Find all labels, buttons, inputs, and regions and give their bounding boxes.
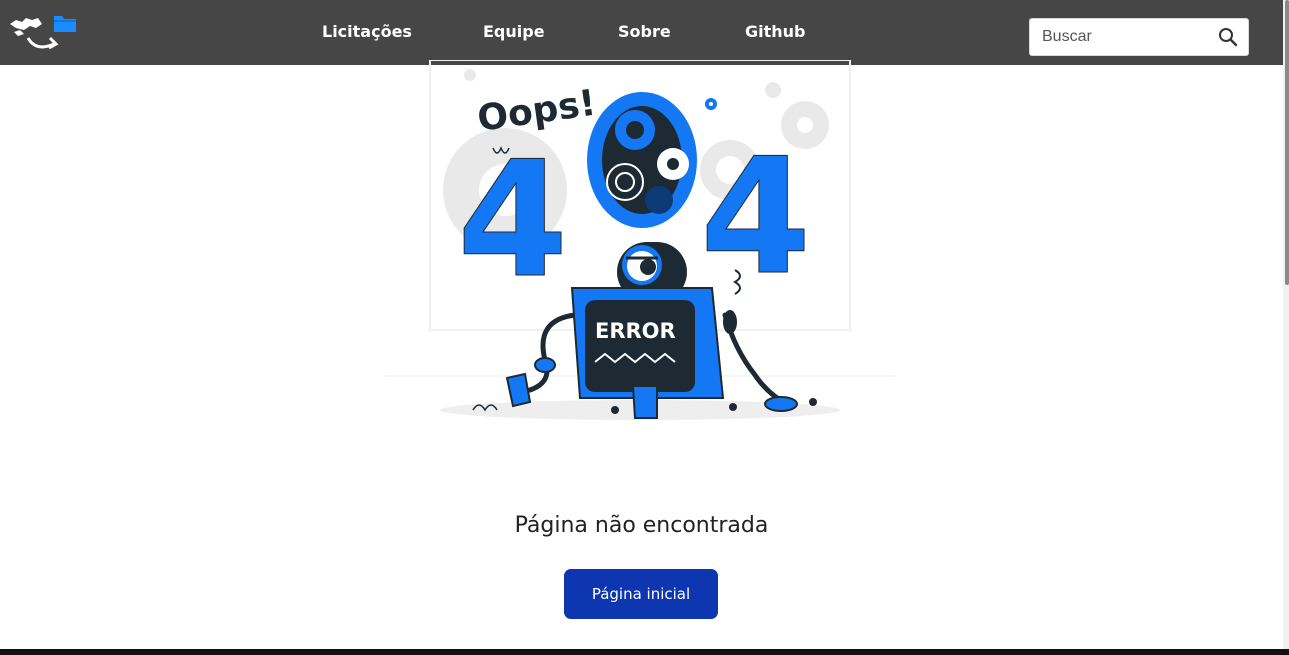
robot-body-monitor: ERROR xyxy=(570,287,725,419)
svg-text:ERROR: ERROR xyxy=(595,319,676,343)
search-input[interactable] xyxy=(1030,19,1210,55)
footer-bar xyxy=(0,649,1289,655)
nav-licitacoes-link[interactable]: Licitações xyxy=(322,22,412,41)
home-page-button[interactable]: Página inicial xyxy=(564,569,718,619)
digit-four-right: 4 xyxy=(700,123,812,311)
navbar: Licitações Equipe Sobre Github xyxy=(0,0,1283,65)
search-icon[interactable] xyxy=(1218,27,1238,47)
error-404-illustration: Oops! 4 4 ERROR xyxy=(385,59,895,430)
digit-zero-gears xyxy=(587,92,717,228)
not-found-message: Página não encontrada xyxy=(514,513,769,538)
nav-equipe-link[interactable]: Equipe xyxy=(483,22,545,41)
nav-sobre-link[interactable]: Sobre xyxy=(618,22,671,41)
nav-github-link[interactable]: Github xyxy=(745,22,806,41)
search-box xyxy=(1029,18,1249,56)
scrollbar-thumb[interactable] xyxy=(1285,0,1289,285)
svg-text:4: 4 xyxy=(700,123,811,310)
digit-four-left: 4 xyxy=(457,126,569,314)
svg-text:4: 4 xyxy=(457,126,568,313)
scrollbar[interactable] xyxy=(1283,0,1289,650)
